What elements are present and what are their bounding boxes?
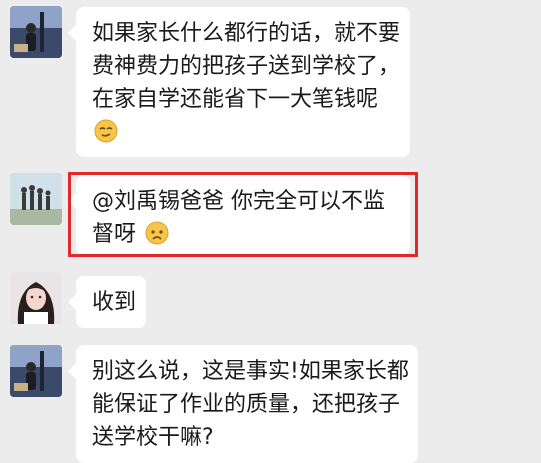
message-4-line-1: 别这么说，这是事实!如果家长都 xyxy=(92,359,409,384)
message-bubble-3[interactable]: 收到 xyxy=(68,276,146,328)
smirk-face-emoji xyxy=(94,119,118,153)
message-3-line-1: 收到 xyxy=(92,290,137,315)
message-1-line-1: 如果家长什么都行的话，就不要 xyxy=(92,21,401,46)
message-bubble-1[interactable]: 如果家长什么都行的话，就不要 费神费力的把孩子送到学校了， 在家自学还能省下一大… xyxy=(68,7,410,157)
avatar-parent-2[interactable] xyxy=(10,173,62,225)
highlight-box xyxy=(68,172,418,257)
message-1-line-3: 在家自学还能省下一大笔钱呢 xyxy=(92,87,379,112)
avatar-parent-1-repeat[interactable] xyxy=(10,345,62,397)
message-4-line-2: 能保证了作业的质量，还把孩子 xyxy=(92,392,401,417)
avatar-girl[interactable] xyxy=(10,272,62,324)
avatar-parent-1[interactable] xyxy=(10,6,62,58)
message-4-line-3: 送学校干嘛? xyxy=(92,425,214,450)
message-1-line-2: 费神费力的把孩子送到学校了， xyxy=(92,54,401,79)
message-bubble-4[interactable]: 别这么说，这是事实!如果家长都 能保证了作业的质量，还把孩子 送学校干嘛? xyxy=(68,345,418,463)
